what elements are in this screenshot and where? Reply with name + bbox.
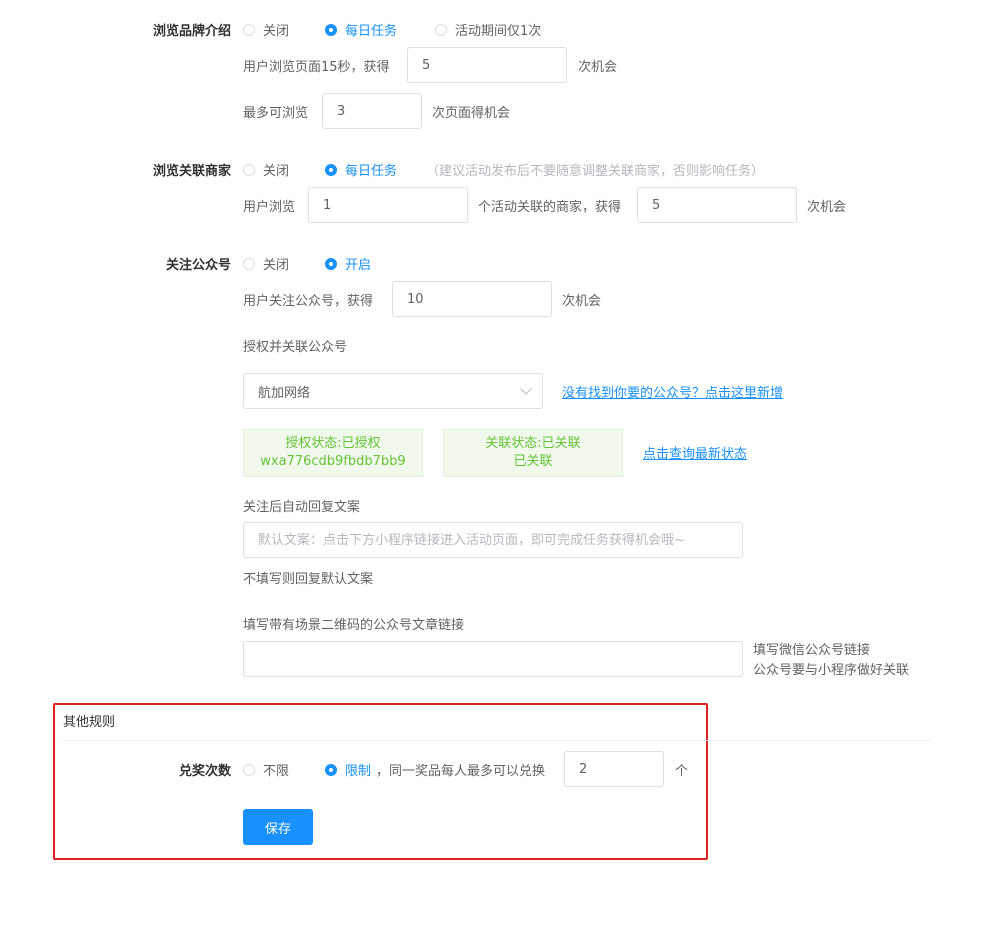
brand-max-text: 最多可浏览 — [243, 106, 309, 121]
reply-title: 关注后自动回复文案 — [243, 500, 361, 515]
auth-status-badge: 授权状态:已授权 wxa776cdb9fbdb7bb9 — [243, 429, 423, 477]
radio-checked-icon — [325, 23, 337, 36]
brand-browse-input[interactable] — [407, 47, 567, 83]
article-hint: 填写微信公众号链接 公众号要与小程序做好关联 — [753, 643, 910, 678]
brand-max-input[interactable] — [322, 93, 422, 129]
brand-max-suffix: 次页面得机会 — [432, 106, 511, 121]
merchants-radio-daily[interactable]: 每日任务 — [325, 160, 397, 179]
chevron-down-icon — [520, 383, 532, 395]
follow-chance-input[interactable] — [392, 281, 552, 317]
brand-intro-radio-daily[interactable]: 每日任务 — [325, 20, 397, 39]
radio-circle-icon — [243, 163, 255, 176]
merchants-prefix: 用户浏览 — [243, 200, 296, 215]
refresh-status-link[interactable]: 点击查询最新状态 — [643, 443, 747, 462]
redeem-count-label: 兑奖次数 — [178, 764, 231, 779]
redeem-limit-input[interactable] — [564, 751, 664, 787]
follow-radio-on[interactable]: 开启 — [325, 254, 371, 273]
radio-checked-icon — [325, 257, 337, 270]
follow-radio-off[interactable]: 关闭 — [243, 254, 289, 273]
merchants-middle: 个活动关联的商家，获得 — [478, 200, 622, 215]
redeem-radio-limit[interactable]: 限制 — [325, 760, 371, 779]
merchants-hint: （建议活动发布后不要随意调整关联商家，否则影响任务） — [426, 164, 765, 179]
brand-intro-label: 浏览品牌介绍 — [152, 24, 231, 39]
merchants-suffix: 次机会 — [807, 200, 847, 215]
follow-label: 关注公众号 — [165, 258, 231, 273]
radio-circle-icon — [435, 23, 447, 36]
brand-browse-text: 用户浏览页面15秒，获得 — [243, 60, 390, 75]
section-divider — [63, 740, 931, 741]
redeem-limit-text: ，同一奖品每人最多可以兑换 — [376, 764, 546, 779]
add-account-link[interactable]: 没有找到你要的公众号？点击这里新增 — [562, 382, 783, 401]
radio-checked-icon — [325, 163, 337, 176]
follow-suffix: 次机会 — [562, 294, 602, 309]
radio-circle-icon — [243, 257, 255, 270]
brand-intro-radio-off[interactable]: 关闭 — [243, 20, 289, 39]
redeem-limit-suffix: 个 — [675, 764, 689, 779]
redeem-radio-unlimited[interactable]: 不限 — [243, 760, 289, 779]
article-link-input[interactable] — [243, 641, 743, 677]
auth-title: 授权并关联公众号 — [243, 340, 348, 355]
save-button[interactable]: 保存 — [243, 809, 313, 845]
merchants-chance-input[interactable] — [637, 187, 797, 223]
brand-browse-suffix: 次机会 — [578, 60, 618, 75]
follow-text: 用户关注公众号，获得 — [243, 294, 374, 309]
other-rules-title: 其他规则 — [63, 715, 116, 730]
radio-circle-icon — [243, 763, 255, 776]
radio-checked-icon — [325, 763, 337, 776]
link-status-badge: 关联状态:已关联 已关联 — [443, 429, 623, 477]
reply-note: 不填写则回复默认文案 — [243, 572, 374, 587]
radio-circle-icon — [243, 23, 255, 36]
merchants-count-input[interactable] — [308, 187, 468, 223]
brand-intro-radio-once[interactable]: 活动期间仅1次 — [435, 20, 541, 39]
reply-input[interactable] — [243, 522, 743, 558]
article-title: 填写带有场景二维码的公众号文章链接 — [243, 618, 465, 633]
account-select[interactable]: 航加网络 — [243, 373, 543, 409]
merchants-label: 浏览关联商家 — [152, 164, 231, 179]
merchants-radio-off[interactable]: 关闭 — [243, 160, 289, 179]
